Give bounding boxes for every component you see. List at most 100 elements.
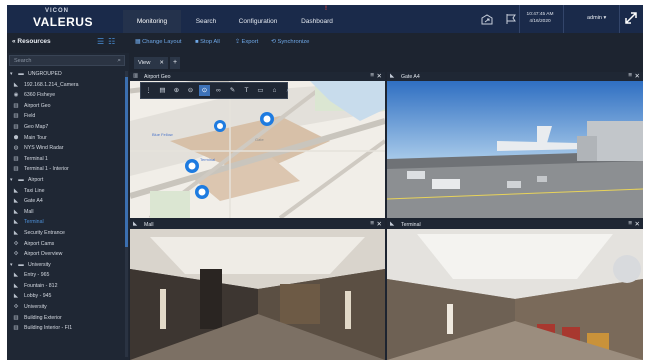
tree-item[interactable]: ◣ Fountain - 812 xyxy=(7,281,125,292)
map-view[interactable]: Blue Fellow Terminal Gate xyxy=(130,81,385,218)
menu-icon[interactable]: ≡ xyxy=(370,220,374,227)
add-view-button[interactable]: + xyxy=(170,57,180,69)
list-view-icon[interactable]: ☷ xyxy=(108,37,119,46)
pane-header: ◣ Mall ≡ ✕ xyxy=(130,220,385,229)
camera-marker-icon[interactable] xyxy=(195,185,209,199)
tree-item[interactable]: ▥ Terminal 1 xyxy=(7,154,125,165)
chevron-down-icon[interactable]: ▾ xyxy=(10,175,13,186)
map-label: Gate xyxy=(255,137,264,142)
resource-tree: ▾ ▬ UNGROUPED ◣ 192.168.1.214_Camera ◉ 6360 Fi… xyxy=(7,69,125,334)
camera-icon: ◣ xyxy=(13,198,19,205)
camera-icon: ◣ xyxy=(13,282,19,289)
tree-item[interactable]: ✣ University xyxy=(7,302,125,313)
user-menu[interactable]: admin ▾ xyxy=(587,15,606,21)
synchronize-button[interactable]: ⟲ Synchronize xyxy=(271,39,309,45)
tab-search[interactable]: Search xyxy=(183,10,229,33)
menu-icon[interactable]: ≡ xyxy=(628,72,632,79)
scrollbar-thumb[interactable] xyxy=(125,77,128,247)
tree-item[interactable]: ◍ NYS Wind Radar xyxy=(7,143,125,154)
tree-item[interactable]: ▥ Field xyxy=(7,111,125,122)
tree-item[interactable]: ◣ Entry - 965 xyxy=(7,270,125,281)
tree-item[interactable]: ◣ Mall xyxy=(7,207,125,218)
link-icon[interactable]: ∞ xyxy=(213,85,224,96)
search-icon[interactable]: ⌕ xyxy=(283,85,294,96)
tree-item[interactable]: ✣ Airport Overview xyxy=(7,249,125,260)
tree-item[interactable]: ◣ 192.168.1.214_Camera xyxy=(7,80,125,91)
zoom-in-icon[interactable]: ⊕ xyxy=(171,85,182,96)
zoom-out-icon[interactable]: ⊖ xyxy=(185,85,196,96)
change-layout-button[interactable]: ▦ Change Layout xyxy=(135,39,181,45)
camera-icon: ◣ xyxy=(13,187,19,194)
tree-item-label: Building Interior - FI1 xyxy=(24,325,73,332)
close-icon[interactable]: ✕ xyxy=(377,72,382,80)
menu-icon[interactable]: ≡ xyxy=(628,220,632,227)
chevron-down-icon[interactable]: ▾ xyxy=(10,260,13,271)
drag-handle-icon[interactable]: ⋮ xyxy=(143,85,154,96)
tree-group[interactable]: ▾ ▬ Airport xyxy=(7,175,125,186)
tree-item[interactable]: ⬢ Main Tour xyxy=(7,133,125,144)
search-input[interactable]: Search ⌕ xyxy=(9,55,125,66)
video-pane-terminal[interactable]: ◣ Terminal ≡ ✕ xyxy=(387,220,643,360)
tree-item[interactable]: ▥ Geo Map7 xyxy=(7,122,125,133)
tree-item-label: Building Exterior xyxy=(24,314,62,321)
tree-item[interactable]: ◣ Security Entrance xyxy=(7,228,125,239)
tab-configuration[interactable]: Configuration xyxy=(229,10,287,33)
video-pane-gate-a4[interactable]: ◣ Gate A4 ≡ ✕ xyxy=(387,72,643,218)
video-pane-airport-geo[interactable]: ▥ Airport Geo ≡ ✕ Blue Fellow Terminal G… xyxy=(130,72,385,218)
tab-view[interactable]: View ✕ xyxy=(134,57,168,69)
close-icon[interactable]: ✕ xyxy=(635,220,640,228)
tab-monitoring[interactable]: Monitoring xyxy=(123,10,181,33)
home-icon[interactable]: ⌂ xyxy=(269,85,280,96)
close-icon[interactable]: ✕ xyxy=(635,72,640,80)
tree-item[interactable]: ▥ Terminal 1 - Interior xyxy=(7,164,125,175)
map-share-icon[interactable] xyxy=(480,13,494,25)
tree-item-label: Fountain - 812 xyxy=(24,282,58,289)
export-button[interactable]: ⇪ Export xyxy=(235,39,258,45)
tree-item[interactable]: ▥ Building Interior - FI1 xyxy=(7,323,125,334)
tree-item[interactable]: ◣ Lobby - 945 xyxy=(7,291,125,302)
resources-header[interactable]: « Resources xyxy=(12,38,51,45)
draw-icon[interactable]: ✎ xyxy=(227,85,238,96)
stop-all-button[interactable]: ■ Stop All xyxy=(195,39,220,45)
tree-item[interactable]: ▥ Building Exterior xyxy=(7,313,125,324)
tree-item[interactable]: ◣ Gate A4 xyxy=(7,196,125,207)
camera-feed[interactable] xyxy=(387,229,643,360)
tree-group[interactable]: ▾ ▬ UNGROUPED xyxy=(7,69,125,80)
header-divider xyxy=(619,5,620,33)
map-layers-icon[interactable]: ▤ xyxy=(157,85,168,96)
tree-item[interactable]: ▥ Airport Geo xyxy=(7,101,125,112)
camera-feed[interactable] xyxy=(130,229,385,360)
camera-icon: ◣ xyxy=(13,229,19,236)
map-icon: ▥ xyxy=(13,325,19,332)
resources-label: Resources xyxy=(17,38,51,45)
tree-item[interactable]: ◣ Taxi Line xyxy=(7,186,125,197)
sidebar-scrollbar[interactable] xyxy=(125,71,128,357)
video-pane-mall[interactable]: ◣ Mall ≡ ✕ xyxy=(130,220,385,360)
flag-icon[interactable] xyxy=(504,13,518,25)
camera-icon: ◣ xyxy=(13,208,19,215)
resource-view-toggle[interactable]: ☰☷ xyxy=(97,37,119,46)
close-icon[interactable]: ✕ xyxy=(377,220,382,228)
text-icon[interactable]: T xyxy=(241,85,252,96)
comment-icon[interactable]: ▭ xyxy=(255,85,266,96)
tree-item[interactable]: ✣ Airport Cams xyxy=(7,239,125,250)
camera-marker-icon[interactable] xyxy=(185,159,199,173)
expand-icon[interactable] xyxy=(624,11,638,25)
chevron-down-icon[interactable]: ▾ xyxy=(10,69,13,80)
tree-item[interactable]: ◉ 6360 Fisheye xyxy=(7,90,125,101)
tree-item-label: Field xyxy=(24,113,36,120)
menu-icon[interactable]: ≡ xyxy=(370,72,374,79)
tree-item[interactable]: ◣ Terminal xyxy=(7,217,125,228)
salvo-icon: ✣ xyxy=(13,240,19,247)
pane-title: Terminal xyxy=(401,221,421,228)
camera-marker-icon[interactable] xyxy=(260,112,274,126)
tree-group[interactable]: ▾ ▬ University xyxy=(7,260,125,271)
camera-feed[interactable] xyxy=(387,81,643,218)
tab-dashboard[interactable]: Dashboard ! xyxy=(289,6,345,33)
camera-marker-icon[interactable] xyxy=(214,120,226,132)
close-icon[interactable]: ✕ xyxy=(159,57,164,69)
map-icon: ▥ xyxy=(13,166,19,173)
tree-item-label: Main Tour xyxy=(24,134,47,141)
tree-view-icon[interactable]: ☰ xyxy=(97,37,108,46)
select-icon[interactable]: ⊙ xyxy=(199,85,210,96)
